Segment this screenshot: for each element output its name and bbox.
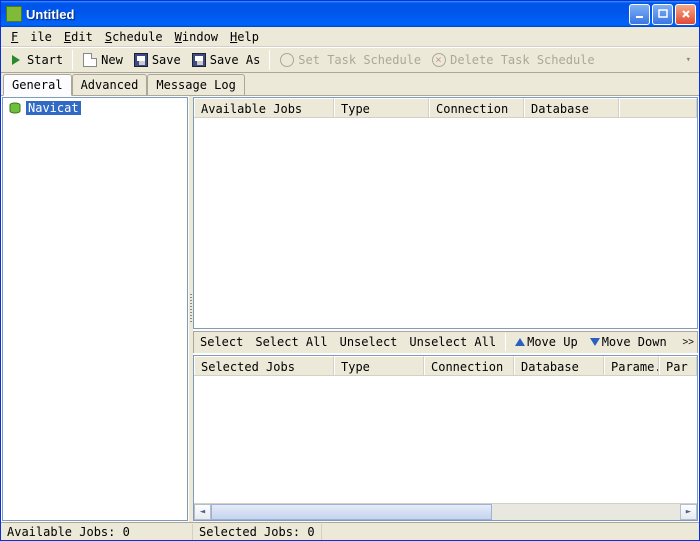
- selected-jobs-pane: Selected Jobs Type Connection Database P…: [193, 355, 698, 521]
- save-icon: [133, 52, 149, 68]
- col-available-jobs[interactable]: Available Jobs: [194, 98, 334, 117]
- clock-delete-icon: [431, 52, 447, 68]
- unselect-button[interactable]: Unselect: [337, 333, 401, 351]
- select-button[interactable]: Select: [197, 333, 246, 351]
- minimize-button[interactable]: [629, 4, 650, 25]
- move-up-button[interactable]: Move Up: [512, 333, 581, 351]
- arrow-down-icon: [590, 338, 600, 346]
- unselect-all-button[interactable]: Unselect All: [406, 333, 499, 351]
- col-type[interactable]: Type: [334, 356, 424, 375]
- clock-icon: [279, 52, 295, 68]
- close-button[interactable]: [675, 4, 696, 25]
- menu-help[interactable]: Help: [224, 28, 265, 46]
- status-selected-jobs: Selected Jobs: 0: [193, 524, 322, 540]
- select-all-button[interactable]: Select All: [252, 333, 330, 351]
- col-parameters[interactable]: Parame...: [604, 356, 659, 375]
- menu-file[interactable]: File: [5, 28, 58, 46]
- col-connection[interactable]: Connection: [429, 98, 524, 117]
- connection-tree[interactable]: Navicat: [2, 97, 188, 521]
- tree-node-navicat[interactable]: Navicat: [3, 98, 187, 118]
- toolbar-overflow[interactable]: ▾: [682, 55, 695, 65]
- delete-task-schedule-button[interactable]: Delete Task Schedule: [428, 50, 598, 70]
- selected-jobs-list[interactable]: [194, 376, 697, 503]
- move-down-button[interactable]: Move Down: [587, 333, 670, 351]
- saveas-icon: [191, 52, 207, 68]
- start-button[interactable]: Start: [5, 50, 66, 70]
- statusbar: Available Jobs: 0 Selected Jobs: 0: [1, 522, 699, 540]
- col-database[interactable]: Database: [514, 356, 604, 375]
- maximize-button[interactable]: [652, 4, 673, 25]
- database-icon: [7, 100, 23, 116]
- tab-message-log[interactable]: Message Log: [147, 74, 244, 95]
- saveas-button[interactable]: Save As: [188, 50, 264, 70]
- arrow-up-icon: [515, 338, 525, 346]
- right-panel: Available Jobs Type Connection Database …: [193, 97, 698, 521]
- expand-button[interactable]: >>: [682, 337, 694, 348]
- tab-general[interactable]: General: [3, 74, 72, 96]
- available-jobs-header: Available Jobs Type Connection Database: [194, 98, 697, 118]
- tab-advanced[interactable]: Advanced: [72, 74, 148, 95]
- col-spacer: [619, 98, 697, 117]
- available-jobs-pane: Available Jobs Type Connection Database: [193, 97, 698, 329]
- new-button[interactable]: New: [79, 50, 126, 70]
- col-connection[interactable]: Connection: [424, 356, 514, 375]
- col-par[interactable]: Par: [659, 356, 697, 375]
- app-icon: [6, 6, 22, 22]
- available-jobs-list[interactable]: [194, 118, 697, 328]
- scroll-right-button[interactable]: ►: [680, 504, 697, 520]
- col-type[interactable]: Type: [334, 98, 429, 117]
- separator: [72, 50, 73, 70]
- col-selected-jobs[interactable]: Selected Jobs: [194, 356, 334, 375]
- toolbar: Start New Save Save As Set Task Schedule…: [1, 47, 699, 73]
- tree-node-label: Navicat: [26, 101, 81, 115]
- set-task-schedule-button[interactable]: Set Task Schedule: [276, 50, 424, 70]
- scroll-thumb[interactable]: [211, 504, 492, 520]
- menu-schedule[interactable]: Schedule: [99, 28, 169, 46]
- selected-jobs-header: Selected Jobs Type Connection Database P…: [194, 356, 697, 376]
- separator: [505, 333, 506, 351]
- selection-toolbar: Select Select All Unselect Unselect All …: [193, 331, 698, 353]
- separator: [269, 50, 270, 70]
- new-icon: [82, 52, 98, 68]
- menubar: File Edit Schedule Window Help: [1, 27, 699, 47]
- menu-window[interactable]: Window: [169, 28, 224, 46]
- save-button[interactable]: Save: [130, 50, 184, 70]
- play-icon: [8, 52, 24, 68]
- window-title: Untitled: [26, 7, 629, 22]
- client-area: Navicat Available Jobs Type Connection D…: [1, 95, 699, 522]
- col-database[interactable]: Database: [524, 98, 619, 117]
- menu-edit[interactable]: Edit: [58, 28, 99, 46]
- scroll-track[interactable]: [211, 504, 680, 520]
- tabbar: General Advanced Message Log: [1, 73, 699, 95]
- titlebar[interactable]: Untitled: [1, 1, 699, 27]
- scroll-left-button[interactable]: ◄: [194, 504, 211, 520]
- horizontal-scrollbar[interactable]: ◄ ►: [194, 503, 697, 520]
- status-available-jobs: Available Jobs: 0: [1, 524, 193, 540]
